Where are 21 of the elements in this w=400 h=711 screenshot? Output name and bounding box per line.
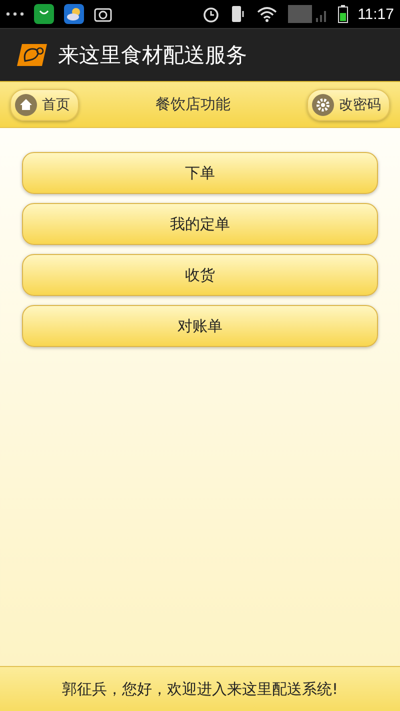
weather-icon: [64, 4, 84, 24]
home-button[interactable]: 首页: [10, 88, 79, 120]
menu-button[interactable]: 我的定单: [22, 203, 378, 245]
menu-button[interactable]: 收货: [22, 254, 378, 296]
page-title: 餐饮店功能: [156, 95, 230, 114]
clock-time: 11:17: [358, 6, 394, 22]
alarm-icon: [202, 5, 220, 23]
change-password-button[interactable]: 改密码: [307, 88, 390, 120]
signal-icon: [288, 5, 328, 23]
menu-button[interactable]: 下单: [22, 152, 378, 194]
camera-icon: [94, 6, 112, 22]
app-title: 来这里食材配送服务: [58, 42, 247, 69]
settings-icon: [312, 94, 334, 116]
phone-vibrate-icon: [230, 5, 246, 23]
welcome-message: 郭征兵，您好，欢迎进入来这里配送系统!: [62, 680, 338, 698]
home-icon: [15, 94, 37, 116]
battery-icon: [338, 5, 348, 23]
app-logo-icon: [16, 43, 48, 67]
more-icon: [6, 12, 24, 16]
wifi-icon: [256, 6, 278, 22]
menu-button[interactable]: 对账单: [22, 305, 378, 347]
